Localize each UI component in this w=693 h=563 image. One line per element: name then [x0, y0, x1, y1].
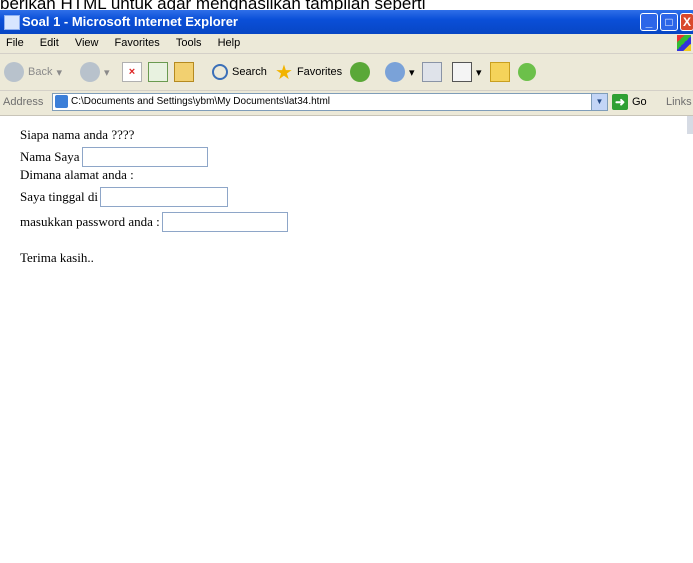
- question-address: Dimana alamat anda :: [20, 167, 134, 183]
- refresh-icon: [148, 62, 168, 82]
- favorites-label: Favorites: [296, 66, 343, 78]
- print-button[interactable]: [422, 60, 442, 84]
- name-input[interactable]: [81, 147, 208, 167]
- question-address-text: Dimana alamat anda :: [20, 167, 134, 182]
- menu-view[interactable]: View: [75, 34, 99, 53]
- address-input[interactable]: C:\Documents and Settings\ybm\My Documen…: [52, 93, 608, 111]
- scrollbar[interactable]: [687, 116, 693, 134]
- password-label: masukkan password anda :: [20, 214, 160, 229]
- forward-dropdown-icon: ▾: [104, 66, 110, 79]
- folder-icon: [490, 62, 510, 82]
- messenger-button[interactable]: [518, 60, 536, 84]
- name-label: Nama Saya: [20, 149, 80, 164]
- mail-dropdown-icon: ▾: [409, 66, 415, 79]
- mail-icon: [385, 62, 405, 82]
- print-icon: [422, 62, 442, 82]
- back-dropdown-icon: ▾: [56, 66, 62, 79]
- search-icon: [212, 64, 228, 80]
- windows-logo-icon: [677, 35, 691, 51]
- ie-window-icon: [4, 15, 20, 30]
- live-label: Saya tinggal di: [20, 189, 98, 204]
- menu-bar: File Edit View Favorites Tools Help: [0, 34, 693, 54]
- refresh-button[interactable]: [148, 60, 168, 84]
- address-row: Saya tinggal di: [20, 187, 228, 207]
- go-label: Go: [632, 96, 647, 108]
- minimize-button[interactable]: _: [640, 13, 658, 31]
- back-label: Back: [28, 66, 53, 78]
- thanks-text: Terima kasih..: [20, 250, 94, 265]
- edit-button[interactable]: ▾: [452, 60, 482, 84]
- menu-favorites[interactable]: Favorites: [115, 34, 160, 53]
- back-button[interactable]: Back ▾: [4, 60, 62, 84]
- links-label[interactable]: Links: [666, 96, 692, 108]
- discuss-button[interactable]: [490, 60, 510, 84]
- back-arrow-icon: [4, 62, 24, 82]
- page-content: Siapa nama anda ???? Nama Saya Dimana al…: [0, 116, 693, 563]
- close-button[interactable]: X: [680, 13, 693, 31]
- title-bar: Soal 1 - Microsoft Internet Explorer _ □…: [0, 10, 693, 34]
- menu-edit[interactable]: Edit: [40, 34, 59, 53]
- address-url: C:\Documents and Settings\ybm\My Documen…: [71, 96, 330, 107]
- home-icon: [174, 62, 194, 82]
- menu-tools[interactable]: Tools: [176, 34, 202, 53]
- page-icon: [55, 95, 68, 108]
- star-icon: ★: [275, 61, 293, 84]
- thanks-line: Terima kasih..: [20, 250, 94, 266]
- edit-dropdown-icon: ▾: [476, 66, 482, 79]
- password-input[interactable]: [161, 212, 288, 232]
- history-icon: [350, 62, 370, 82]
- address-dropdown-icon[interactable]: ▼: [591, 94, 607, 110]
- stop-button[interactable]: ×: [122, 60, 142, 84]
- address-label: Address: [3, 96, 44, 108]
- go-button[interactable]: ➜ Go: [612, 94, 647, 110]
- history-button[interactable]: [350, 60, 370, 84]
- messenger-icon: [518, 63, 536, 81]
- forward-arrow-icon: [80, 62, 100, 82]
- menu-help[interactable]: Help: [218, 34, 241, 53]
- question-name: Siapa nama anda ????: [20, 127, 134, 143]
- go-arrow-icon: ➜: [612, 94, 628, 110]
- edit-icon: [452, 62, 472, 82]
- password-row: masukkan password anda :: [20, 212, 288, 232]
- address-bar: Address C:\Documents and Settings\ybm\My…: [0, 91, 693, 116]
- home-button[interactable]: [174, 60, 194, 84]
- maximize-button[interactable]: □: [660, 13, 678, 31]
- search-label: Search: [232, 66, 267, 78]
- favorites-button[interactable]: ★ Favorites: [275, 60, 342, 84]
- forward-button[interactable]: ▾: [80, 60, 110, 84]
- window-title: Soal 1 - Microsoft Internet Explorer: [22, 14, 238, 29]
- toolbar: Back ▾ ▾ × Search ★ Favorites ▾ ▾: [0, 54, 693, 91]
- name-row: Nama Saya: [20, 147, 208, 167]
- menu-file[interactable]: File: [6, 34, 24, 53]
- mail-button[interactable]: ▾: [385, 60, 415, 84]
- search-button[interactable]: Search: [212, 60, 267, 84]
- address-input-field[interactable]: [100, 187, 228, 207]
- stop-icon: ×: [122, 62, 142, 82]
- question-name-text: Siapa nama anda ????: [20, 127, 135, 142]
